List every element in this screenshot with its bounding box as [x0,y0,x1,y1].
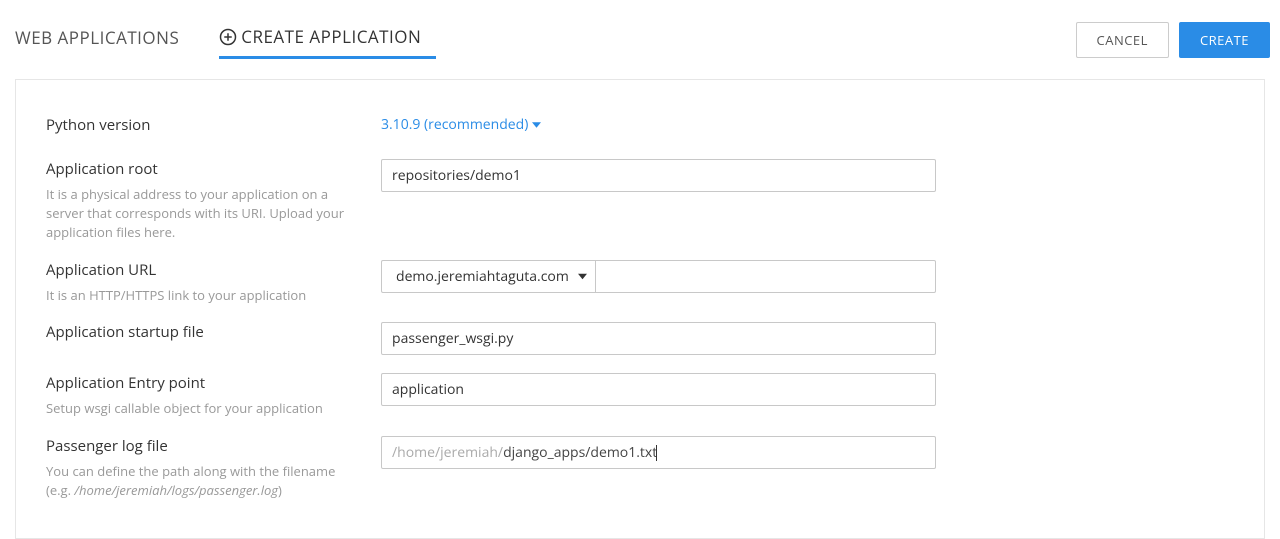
hint-passenger-log: You can define the path along with the f… [46,462,356,500]
caret-down-icon [578,267,587,286]
create-button[interactable]: CREATE [1179,22,1270,58]
label-startup-file: Application startup file [46,322,356,342]
application-root-input[interactable] [381,159,936,192]
row-passenger-log: Passenger log file You can define the pa… [46,436,1234,500]
label-application-root: Application root [46,159,356,179]
text-cursor [656,445,657,461]
row-application-root: Application root It is a physical addres… [46,159,1234,242]
tab-label: WEB APPLICATIONS [15,26,179,49]
hint-entry-point: Setup wsgi callable object for your appl… [46,399,356,418]
cancel-button[interactable]: CANCEL [1076,22,1169,58]
passenger-log-input-wrap[interactable]: /home/jeremiah/django_apps/demo1.txt [381,436,936,469]
hint-application-root: It is a physical address to your applica… [46,185,356,242]
python-version-dropdown[interactable]: 3.10.9 (recommended) [381,115,541,134]
label-python-version: Python version [46,115,356,135]
passenger-log-prefix: /home/jeremiah/ [392,443,503,462]
hint-application-url: It is an HTTP/HTTPS link to your applica… [46,286,356,305]
plus-circle-icon [219,28,237,46]
row-python-version: Python version 3.10.9 (recommended) [46,115,1234,141]
python-version-value: 3.10.9 (recommended) [381,115,528,134]
tabs-bar: WEB APPLICATIONS CREATE APPLICATION CANC… [0,0,1280,59]
action-buttons: CANCEL CREATE [1076,22,1270,58]
label-passenger-log: Passenger log file [46,436,356,456]
label-application-url: Application URL [46,260,356,280]
passenger-log-value: django_apps/demo1.txt [503,443,657,462]
row-startup-file: Application startup file [46,322,1234,355]
startup-file-input[interactable] [381,322,936,355]
domain-value: demo.jeremiahtaguta.com [396,267,569,286]
row-application-url: Application URL It is an HTTP/HTTPS link… [46,260,1234,305]
row-entry-point: Application Entry point Setup wsgi calla… [46,373,1234,418]
domain-select[interactable]: demo.jeremiahtaguta.com [381,260,595,293]
tab-create-application[interactable]: CREATE APPLICATION [219,25,436,59]
tab-label: CREATE APPLICATION [241,25,421,48]
form-panel: Python version 3.10.9 (recommended) Appl… [15,79,1265,539]
url-path-input[interactable] [595,260,936,293]
tab-web-applications[interactable]: WEB APPLICATIONS [15,26,194,59]
entry-point-input[interactable] [381,373,936,406]
label-entry-point: Application Entry point [46,373,356,393]
caret-down-icon [532,115,541,134]
